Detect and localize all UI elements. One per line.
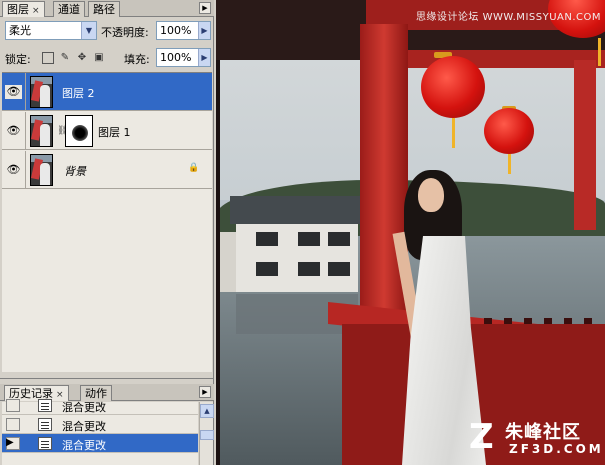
fill-arrow-icon[interactable]: ▶ — [198, 49, 210, 66]
lantern-tassel — [452, 118, 455, 148]
blend-mode-value: 柔光 — [9, 24, 31, 37]
scroll-thumb[interactable] — [200, 430, 214, 440]
history-state-icon — [38, 437, 52, 450]
chevron-down-icon[interactable]: ▼ — [81, 22, 96, 39]
history-item-label: 混合更改 — [62, 420, 106, 433]
building-window — [256, 232, 278, 246]
site-logo: Z 朱峰社区 ZF3D.COM — [469, 418, 601, 462]
building-window — [298, 232, 320, 246]
opacity-label: 不透明度: — [101, 26, 149, 39]
eye-icon[interactable]: 👁 — [5, 163, 22, 177]
tab-channels-label: 通道 — [58, 3, 80, 16]
lock-move-icon[interactable]: ✥ — [76, 52, 88, 64]
tab-layers-label: 图层 — [7, 3, 29, 16]
red-pillar-right — [574, 60, 596, 230]
layer-mask-thumbnail[interactable] — [65, 115, 93, 147]
layers-tabbar: 图层 × 通道 路径 ▶ — [0, 0, 214, 17]
eye-icon[interactable]: 👁 — [5, 124, 22, 138]
history-item-current[interactable]: ▶ 混合更改 — [2, 434, 198, 453]
visibility-column: 👁 — [2, 73, 26, 111]
logo-subtext: ZF3D.COM — [509, 442, 604, 456]
logo-text: 朱峰社区 — [505, 422, 581, 443]
layer-thumbnail — [30, 115, 53, 147]
panel-menu-icon[interactable]: ▶ — [199, 2, 211, 14]
history-pointer-icon[interactable]: ▶ — [6, 437, 14, 448]
blend-row: 柔光 ▼ 不透明度: 100% ▶ — [0, 19, 214, 43]
building-window — [328, 262, 350, 276]
lantern-tassel — [508, 154, 511, 174]
history-state-icon — [38, 418, 52, 431]
layer-name: 背景 — [64, 165, 86, 178]
layer-row-layer1[interactable]: 👁 ⛓ 图层 1 — [2, 112, 212, 150]
history-scrollbar[interactable]: ▲ — [199, 402, 214, 465]
layer-row-background[interactable]: 👁 背景 🔒 — [2, 151, 212, 189]
lock-icon: 🔒 — [188, 163, 200, 173]
lock-transparency-icon[interactable] — [42, 52, 54, 64]
opacity-arrow-icon[interactable]: ▶ — [198, 22, 210, 39]
photo-canvas[interactable]: 思缘设计论坛 WWW.MISSYUAN.COM Z 朱峰社区 ZF3D.COM — [216, 0, 605, 465]
history-panel: 历史记录 × 动作 ▶ 混合更改 混合更改 ▶ 混合更改 ▲ — [0, 378, 214, 465]
scroll-up-icon[interactable]: ▲ — [200, 404, 214, 418]
opacity-input[interactable]: 100% ▶ — [156, 21, 211, 40]
snapshot-source-box[interactable] — [6, 418, 20, 431]
layer-thumbnail — [30, 76, 53, 108]
history-list: 混合更改 混合更改 ▶ 混合更改 — [2, 399, 198, 465]
history-item[interactable]: 混合更改 — [2, 415, 198, 434]
lantern — [484, 108, 534, 154]
visibility-column: 👁 — [2, 151, 26, 189]
snapshot-source-box[interactable] — [6, 399, 20, 412]
layer-name: 图层 1 — [98, 126, 131, 139]
panel-menu-icon[interactable]: ▶ — [199, 386, 211, 398]
layer-row-layer2[interactable]: 👁 图层 2 — [2, 73, 212, 111]
lantern — [421, 56, 485, 118]
eye-icon[interactable]: 👁 — [5, 85, 22, 99]
close-icon[interactable]: × — [32, 6, 40, 16]
lock-all-icon[interactable]: ▣ — [93, 52, 105, 64]
building-window — [298, 262, 320, 276]
layer-name: 图层 2 — [62, 87, 95, 100]
history-item[interactable]: 混合更改 — [2, 396, 198, 415]
fill-input[interactable]: 100% ▶ — [156, 48, 211, 67]
tab-channels[interactable]: 通道 — [53, 1, 85, 17]
logo-mark: Z — [469, 417, 494, 457]
opacity-value: 100% — [160, 24, 192, 37]
history-state-icon — [38, 399, 52, 412]
lock-label: 锁定: — [5, 53, 31, 66]
blend-mode-select[interactable]: 柔光 ▼ — [5, 21, 97, 40]
building-window — [256, 262, 278, 276]
lock-brush-icon[interactable]: ✎ — [59, 52, 71, 64]
tab-layers[interactable]: 图层 × — [2, 1, 45, 17]
layer-list: 👁 图层 2 👁 ⛓ 图层 1 👁 背景 🔒 — [2, 72, 212, 372]
left-edge-post — [216, 60, 220, 465]
history-item-label: 混合更改 — [62, 439, 106, 452]
tab-paths-label: 路径 — [93, 3, 115, 16]
woman-face — [418, 178, 444, 212]
layers-panel: 图层 × 通道 路径 ▶ 柔光 ▼ 不透明度: 100% ▶ 锁定: ✎ ✥ ▣ … — [0, 0, 214, 378]
layer-thumbnail — [30, 154, 53, 186]
building-roof — [230, 196, 364, 224]
tab-paths[interactable]: 路径 — [88, 1, 120, 17]
building-window — [328, 232, 350, 246]
history-item-label: 混合更改 — [62, 401, 106, 414]
watermark-text: 思缘设计论坛 WWW.MISSYUAN.COM — [415, 12, 601, 23]
fill-value: 100% — [160, 51, 192, 64]
lantern-tassel — [598, 38, 601, 66]
fill-label: 填充: — [124, 53, 150, 66]
visibility-column: 👁 — [2, 112, 26, 150]
lock-row: 锁定: ✎ ✥ ▣ 填充: 100% ▶ — [0, 47, 214, 69]
